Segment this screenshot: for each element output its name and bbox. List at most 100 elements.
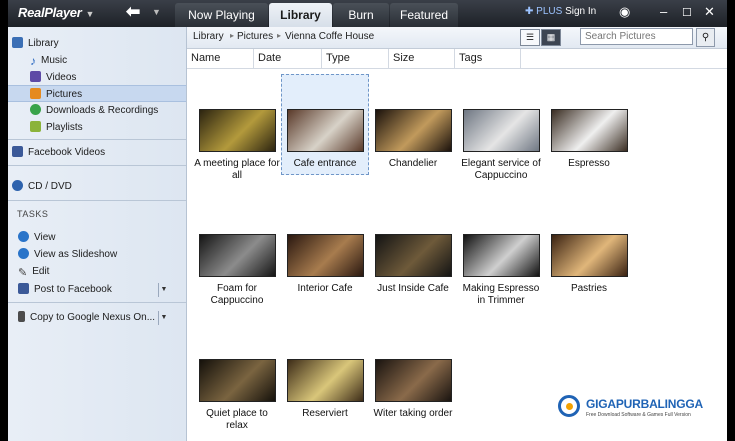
picture-thumbnail[interactable] <box>286 109 364 152</box>
tab-now-playing[interactable]: Now Playing <box>175 3 268 27</box>
picture-caption: Pastries <box>570 283 608 294</box>
breadcrumb-folder[interactable]: Vienna Coffe House <box>285 31 374 42</box>
sidebar-item-pictures[interactable]: Pictures <box>8 85 186 102</box>
search-input[interactable] <box>580 28 693 45</box>
picture-caption: A meeting place for all <box>194 158 280 181</box>
column-tags[interactable]: Tags <box>455 49 521 68</box>
picture-thumbnail[interactable] <box>550 109 628 152</box>
picture-tile[interactable]: Foam for Cappuccino <box>194 234 280 307</box>
picture-caption: Witer taking order <box>373 408 453 419</box>
picture-tile[interactable]: A meeting place for all <box>194 109 280 182</box>
picture-caption: Espresso <box>568 158 610 169</box>
sidebar-item-downloads[interactable]: Downloads & Recordings <box>30 102 158 119</box>
sidebar: Library ♪ Music Videos Pictures Downloads… <box>8 27 187 441</box>
task-view-slideshow[interactable]: View as Slideshow <box>18 246 117 263</box>
picture-thumbnail[interactable] <box>286 359 364 402</box>
column-header-bar: Name Date Type Size Tags <box>187 49 727 69</box>
picture-caption: Making Espresso in Trimmer <box>462 283 540 306</box>
phone-icon <box>18 311 25 322</box>
menu-arrow-icon: ▼ <box>85 9 95 19</box>
sidebar-item-label: Pictures <box>46 89 83 100</box>
column-name[interactable]: Name <box>187 49 254 68</box>
watermark-subtitle: Free Download Software & Games Full Vers… <box>586 412 691 418</box>
sidebar-item-videos[interactable]: Videos <box>30 69 76 86</box>
picture-tile[interactable]: Reserviert <box>282 359 368 420</box>
picture-thumbnail[interactable] <box>462 109 540 152</box>
sign-in-link[interactable]: Sign In <box>565 6 596 17</box>
picture-thumbnail[interactable] <box>286 234 364 277</box>
tasks-heading: TASKS <box>17 209 49 219</box>
picture-thumbnail[interactable] <box>198 234 276 277</box>
grid-view-button[interactable]: ▦ <box>541 29 561 46</box>
picture-thumbnail[interactable] <box>374 359 452 402</box>
picture-tile[interactable]: Espresso <box>546 109 632 170</box>
column-size[interactable]: Size <box>389 49 455 68</box>
breadcrumb-pictures[interactable]: Pictures <box>237 31 273 42</box>
sidebar-item-label: Music <box>41 55 68 66</box>
post-facebook-dropdown[interactable]: ▼ <box>158 283 169 297</box>
picture-caption: Reserviert <box>302 408 348 419</box>
maximize-button[interactable]: ☐ <box>682 6 692 19</box>
picture-tile[interactable]: Quiet place to relax <box>194 359 280 432</box>
column-type[interactable]: Type <box>322 49 389 68</box>
sidebar-item-facebook-videos[interactable]: Facebook Videos <box>12 144 105 161</box>
sidebar-item-library[interactable]: Library <box>12 35 59 52</box>
column-date[interactable]: Date <box>254 49 322 68</box>
realplayer-logo[interactable]: RealPlayer ▼ <box>18 5 94 20</box>
library-icon <box>12 37 23 48</box>
breadcrumb: Library ▸ Pictures ▸ Vienna Coffe House … <box>187 27 727 49</box>
tab-library[interactable]: Library <box>269 3 332 27</box>
list-view-button[interactable]: ☰ <box>520 29 540 46</box>
task-copy-device[interactable]: Copy to Google Nexus On... <box>18 309 155 326</box>
picture-tile[interactable]: Elegant service of Cappuccino <box>458 109 544 182</box>
plus-label: PLUS <box>536 6 563 17</box>
task-edit[interactable]: ✎ Edit <box>18 263 49 280</box>
plus-sign-in[interactable]: ✚ PLUS Sign In <box>525 6 596 17</box>
sidebar-item-playlists[interactable]: Playlists <box>30 119 83 136</box>
picture-tile[interactable]: Pastries <box>546 234 632 295</box>
task-label: Post to Facebook <box>34 284 112 295</box>
picture-tile[interactable]: Just Inside Cafe <box>370 234 456 295</box>
picture-tile[interactable]: Making Espresso in Trimmer <box>458 234 544 307</box>
picture-thumbnail[interactable] <box>462 234 540 277</box>
picture-thumbnail[interactable] <box>198 359 276 402</box>
task-view[interactable]: View <box>18 229 56 246</box>
picture-tile[interactable]: Chandelier <box>370 109 456 170</box>
watermark-title: GIGAPURBALINGGA <box>586 397 704 411</box>
picture-tile[interactable]: Interior Cafe <box>282 234 368 295</box>
picture-thumbnail[interactable] <box>198 109 276 152</box>
copy-device-dropdown[interactable]: ▼ <box>158 311 169 325</box>
sidebar-item-label: Library <box>28 38 59 49</box>
tab-burn[interactable]: Burn <box>333 3 389 27</box>
picture-tile[interactable]: Cafe entrance <box>281 74 369 175</box>
back-arrow-icon[interactable]: ⬅ <box>126 2 140 22</box>
picture-caption: Interior Cafe <box>297 283 353 294</box>
facebook-icon <box>18 283 29 294</box>
slideshow-icon <box>18 248 29 259</box>
tab-featured[interactable]: Featured <box>390 3 458 27</box>
picture-thumbnail[interactable] <box>374 109 452 152</box>
watermark-logo-icon <box>558 395 580 417</box>
picture-thumbnail[interactable] <box>550 234 628 277</box>
breadcrumb-separator-icon: ▸ <box>277 31 282 40</box>
picture-tile[interactable]: Witer taking order <box>370 359 456 420</box>
sidebar-item-label: Videos <box>46 72 77 83</box>
minimize-button[interactable]: – <box>660 4 667 19</box>
sidebar-item-music[interactable]: ♪ Music <box>30 52 67 69</box>
close-button[interactable]: ✕ <box>704 4 715 20</box>
task-label: Copy to Google Nexus On... <box>30 312 156 323</box>
task-post-facebook[interactable]: Post to Facebook <box>18 281 112 298</box>
sidebar-item-label: CD / DVD <box>28 181 72 192</box>
sidebar-item-label: Downloads & Recordings <box>46 105 159 116</box>
breadcrumb-library[interactable]: Library <box>193 31 224 42</box>
download-icon <box>30 104 41 115</box>
back-dropdown-icon[interactable]: ▼ <box>152 7 161 17</box>
sidebar-divider <box>8 165 186 166</box>
search-icon[interactable]: ⚲ <box>696 28 715 47</box>
play-icon <box>18 231 29 242</box>
picture-thumbnail[interactable] <box>374 234 452 277</box>
picture-caption: Foam for Cappuccino <box>210 283 264 306</box>
sidebar-item-cd-dvd[interactable]: CD / DVD <box>12 178 72 195</box>
eye-icon[interactable]: ◉ <box>619 4 630 20</box>
playlist-icon <box>30 121 41 132</box>
